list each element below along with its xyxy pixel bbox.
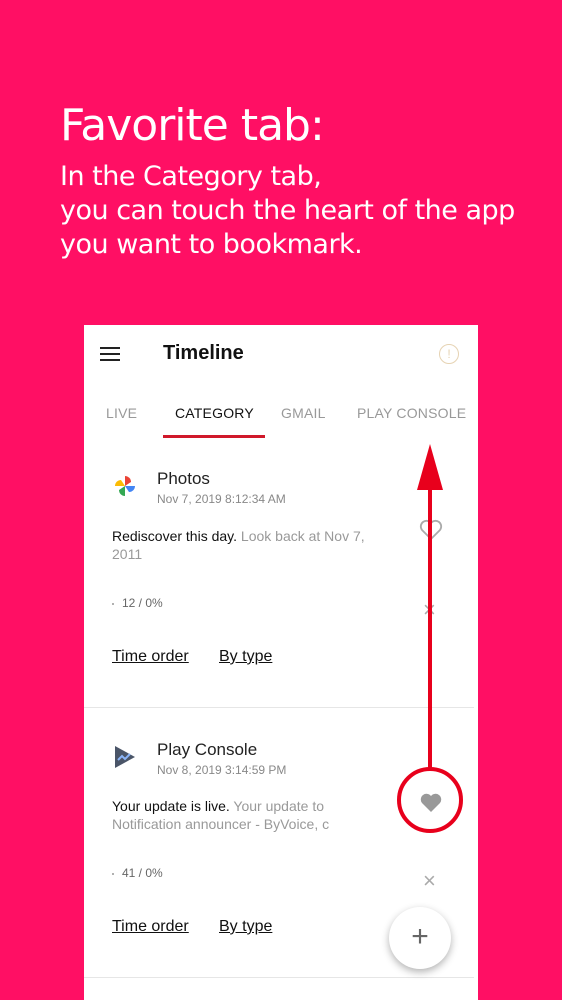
notification-time: Nov 8, 2019 3:14:59 PM (157, 763, 287, 777)
tab-bar: LIVE CATEGORY GMAIL PLAY CONSOLE (84, 397, 478, 439)
headline-title: Favorite tab: (60, 100, 325, 151)
message-main: Rediscover this day. (112, 528, 238, 544)
tab-live[interactable]: LIVE (106, 405, 137, 421)
bullet-dot (112, 602, 114, 605)
app-name: Play Console (157, 740, 258, 759)
notification-stats: 41 / 0% (112, 866, 163, 880)
add-fab-button[interactable]: + (389, 907, 451, 969)
notification-message: Rediscover this day. Look back at Nov 7,… (112, 527, 392, 563)
bullet-dot (112, 872, 114, 875)
tab-gmail[interactable]: GMAIL (281, 405, 326, 421)
notification-stats: 12 / 0% (112, 596, 163, 610)
heart-outline-icon[interactable] (419, 519, 443, 541)
close-icon[interactable]: × (423, 868, 436, 894)
google-photos-icon (115, 476, 135, 496)
headline-description: In the Category tab, you can touch the h… (60, 160, 515, 262)
card-divider (84, 977, 474, 978)
page-title: Timeline (163, 342, 244, 364)
headline-line-3: you want to bookmark. (60, 229, 363, 260)
headline-line-2: you can touch the heart of the app (60, 195, 515, 226)
info-icon[interactable]: ! (439, 344, 459, 364)
notification-time: Nov 7, 2019 8:12:34 AM (157, 492, 286, 506)
time-order-link[interactable]: Time order (112, 648, 189, 666)
headline: Favorite tab: In the Category tab, you c… (60, 100, 515, 262)
by-type-link[interactable]: By type (219, 918, 272, 936)
stats-value: 41 / 0% (122, 866, 163, 880)
app-name: Photos (157, 469, 210, 488)
hamburger-menu-icon[interactable] (100, 347, 120, 361)
play-console-icon (115, 746, 135, 768)
active-tab-indicator (163, 435, 265, 438)
notification-message: Your update is live. Your update to Noti… (112, 797, 362, 833)
tab-play-console[interactable]: PLAY CONSOLE (357, 405, 466, 421)
by-type-link[interactable]: By type (219, 648, 272, 666)
close-icon[interactable]: × (423, 597, 436, 623)
time-order-link[interactable]: Time order (112, 918, 189, 936)
heart-filled-icon[interactable] (419, 792, 443, 814)
app-bar: Timeline ! (84, 325, 478, 385)
notification-card: Photos Nov 7, 2019 8:12:34 AM Rediscover… (84, 455, 478, 708)
phone-screen: Timeline ! LIVE CATEGORY GMAIL PLAY CONS… (84, 325, 478, 1000)
headline-line-1: In the Category tab, (60, 161, 322, 192)
message-main: Your update is live. (112, 798, 230, 814)
tab-category[interactable]: CATEGORY (175, 405, 254, 421)
stats-value: 12 / 0% (122, 596, 163, 610)
